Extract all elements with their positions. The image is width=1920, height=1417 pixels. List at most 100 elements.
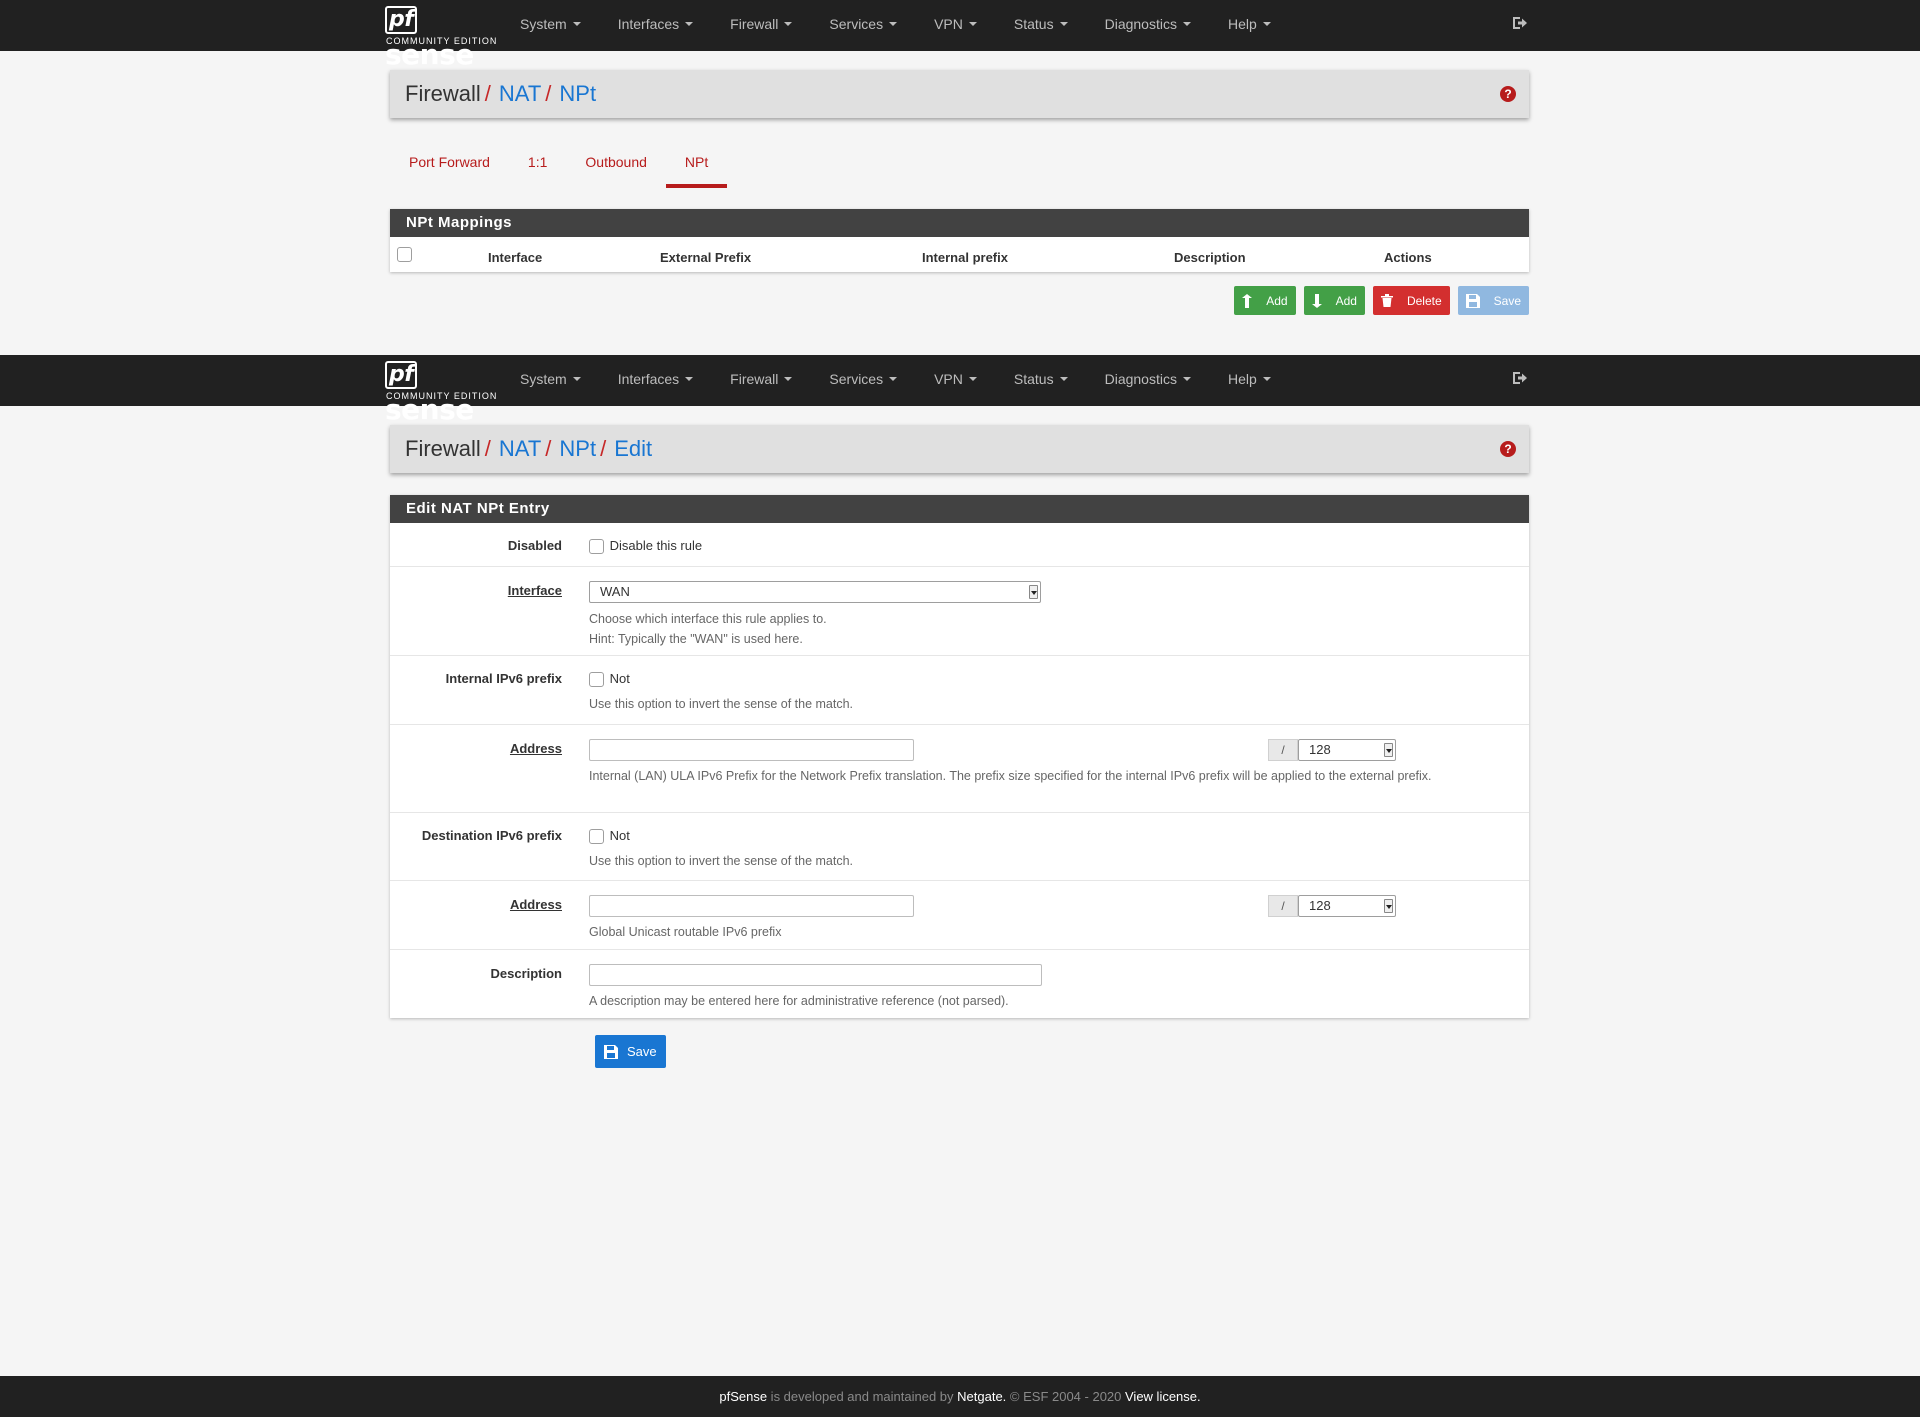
caret-down-icon (1262, 22, 1271, 26)
caret-down-icon (968, 22, 977, 26)
caret-down-icon (784, 22, 793, 26)
breadcrumb: Firewall / NAT / NPt / Edit (405, 436, 653, 461)
menu-help[interactable]: Help (1228, 355, 1271, 406)
disabled-control: Disable this rule (589, 538, 702, 555)
column-external-prefix: External Prefix (660, 250, 752, 265)
destination-address-label: Address (509, 897, 562, 912)
interface-hint: Choose which interface this rule applies… (589, 612, 827, 646)
main-menu: System Interfaces Firewall Services VPN … (520, 355, 1308, 406)
menu-interfaces[interactable]: Interfaces (618, 355, 694, 406)
floppy-disk-icon (604, 1044, 618, 1059)
description-hint: A description may be entered here for ad… (589, 994, 1009, 1008)
chevron-down-icon (1029, 585, 1038, 599)
chevron-down-icon (1384, 743, 1393, 757)
row-destination-prefix: Destination IPv6 prefix Not Use this opt… (390, 813, 1529, 881)
caret-down-icon (572, 22, 581, 26)
breadcrumb-link-edit[interactable]: Edit (614, 436, 652, 461)
add-top-button[interactable]: Add (1234, 286, 1296, 315)
arrow-down-icon (1311, 293, 1322, 308)
caret-down-icon (889, 22, 898, 26)
caret-down-icon (968, 377, 977, 381)
menu-firewall[interactable]: Firewall (730, 0, 793, 51)
caret-down-icon (889, 377, 898, 381)
destination-address-hint: Global Unicast routable IPv6 prefix (589, 925, 782, 939)
edit-npt-panel: Edit NAT NPt Entry Disabled Disable this… (390, 495, 1529, 1018)
destination-prefix-hint: Use this option to invert the sense of t… (589, 854, 854, 868)
select-all-checkbox[interactable] (397, 247, 412, 262)
row-internal-address: Address / 128 Internal (LAN) ULA IPv6 Pr… (390, 725, 1529, 813)
internal-address-input[interactable] (589, 739, 914, 761)
tab-port-forward[interactable]: Port Forward (390, 148, 509, 188)
breadcrumb-link-nat[interactable]: NAT (499, 81, 541, 106)
table-action-buttons: Add Add Delete Save (1226, 286, 1529, 315)
destination-mask-select[interactable]: 128 (1298, 895, 1396, 917)
footer: pfSense is developed and maintained by N… (0, 1376, 1920, 1417)
edit-navbar: pfsense COMMUNITY EDITION System Interfa… (0, 355, 1920, 426)
help-icon[interactable]: ? (1500, 441, 1516, 457)
caret-down-icon (685, 22, 694, 26)
main-menu: System Interfaces Firewall Services VPN … (520, 0, 1308, 51)
breadcrumb-link-nat[interactable]: NAT (499, 436, 541, 461)
footer-brand[interactable]: pfSense (719, 1389, 767, 1404)
internal-prefix-hint: Use this option to invert the sense of t… (589, 697, 854, 711)
description-input[interactable] (589, 964, 1042, 986)
caret-down-icon (1182, 22, 1191, 26)
menu-diagnostics[interactable]: Diagnostics (1105, 0, 1191, 51)
interface-label: Interface (507, 583, 562, 598)
caret-down-icon (1059, 377, 1068, 381)
breadcrumb-link-npt[interactable]: NPt (559, 436, 596, 461)
menu-diagnostics[interactable]: Diagnostics (1105, 355, 1191, 406)
top-navbar: pfsense COMMUNITY EDITION System Interfa… (0, 0, 1920, 71)
breadcrumb-link-npt[interactable]: NPt (559, 81, 596, 106)
floppy-disk-icon (1465, 293, 1480, 308)
arrow-up-icon (1242, 293, 1253, 308)
caret-down-icon (784, 377, 793, 381)
internal-mask-select[interactable]: 128 (1298, 739, 1396, 761)
logout-icon[interactable] (1512, 371, 1528, 385)
menu-help[interactable]: Help (1228, 0, 1271, 51)
tab-one-to-one[interactable]: 1:1 (509, 148, 566, 188)
table-header: Interface External Prefix Internal prefi… (390, 237, 1529, 272)
caret-down-icon (1182, 377, 1191, 381)
pfsense-logo[interactable]: pfsense COMMUNITY EDITION (385, 4, 496, 71)
interface-select[interactable]: WAN (589, 581, 1041, 603)
caret-down-icon (572, 377, 581, 381)
panel-title: Edit NAT NPt Entry (390, 495, 1529, 523)
disable-rule-checkbox[interactable] (589, 539, 604, 555)
caret-down-icon (1059, 22, 1068, 26)
internal-not-checkbox[interactable] (589, 672, 604, 688)
menu-status[interactable]: Status (1014, 0, 1068, 51)
menu-services[interactable]: Services (829, 355, 898, 406)
caret-down-icon (685, 377, 694, 381)
column-actions: Actions (1384, 250, 1432, 265)
menu-vpn[interactable]: VPN (934, 355, 977, 406)
tab-outbound[interactable]: Outbound (566, 148, 666, 188)
destination-not-checkbox[interactable] (589, 829, 604, 845)
footer-company-link[interactable]: Netgate. (957, 1389, 1006, 1404)
menu-status[interactable]: Status (1014, 355, 1068, 406)
menu-services[interactable]: Services (829, 0, 898, 51)
row-interface: Interface WAN Choose which interface thi… (390, 567, 1529, 656)
column-interface: Interface (488, 250, 543, 265)
pfsense-logo[interactable]: pfsense COMMUNITY EDITION (385, 359, 496, 426)
add-bottom-button[interactable]: Add (1303, 286, 1365, 315)
chevron-down-icon (1384, 899, 1393, 913)
breadcrumb-bar: Firewall / NAT / NPt / Edit ? (390, 425, 1529, 473)
delete-button[interactable]: Delete (1372, 286, 1450, 315)
footer-license-link[interactable]: View license. (1125, 1389, 1201, 1404)
help-icon[interactable]: ? (1500, 86, 1516, 102)
save-button[interactable]: Save (595, 1035, 666, 1068)
destination-prefix-label: Destination IPv6 prefix (421, 828, 562, 843)
prefix-slash: / (1268, 895, 1298, 917)
tab-npt[interactable]: NPt (665, 148, 728, 188)
menu-firewall[interactable]: Firewall (730, 355, 793, 406)
prefix-slash: / (1268, 739, 1298, 761)
menu-system[interactable]: System (520, 0, 581, 51)
menu-interfaces[interactable]: Interfaces (618, 0, 694, 51)
menu-system[interactable]: System (520, 355, 581, 406)
destination-address-input[interactable] (589, 895, 914, 917)
logout-icon[interactable] (1512, 16, 1528, 30)
save-order-button[interactable]: Save (1457, 286, 1529, 315)
menu-vpn[interactable]: VPN (934, 0, 977, 51)
caret-down-icon (1262, 377, 1271, 381)
